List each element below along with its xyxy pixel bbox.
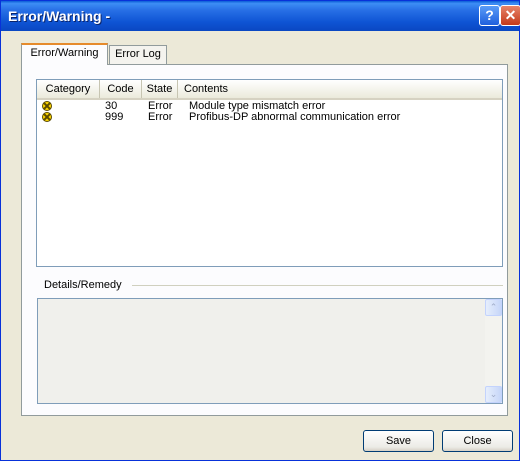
details-remedy-label: Details/Remedy — [44, 279, 128, 291]
close-icon: ✕ — [504, 7, 517, 23]
chevron-up-icon: ⌃ — [489, 302, 498, 312]
group-divider — [132, 285, 503, 286]
error-warning-window: Error/Warning - ? ✕ Error/Warning Error … — [0, 0, 520, 461]
details-remedy-text-area[interactable]: ⌃ ⌄ — [37, 298, 503, 404]
contents-cell: Profibus-DP abnormal communication error — [189, 111, 401, 123]
column-header-code[interactable]: Code — [100, 80, 142, 98]
close-button[interactable]: Close — [442, 430, 513, 452]
help-icon: ? — [485, 7, 494, 23]
column-header-contents[interactable]: Contents — [178, 80, 502, 98]
dialog-client-area: Error/Warning Error Log Category Code St… — [5, 31, 515, 458]
tab-error-log[interactable]: Error Log — [109, 45, 167, 64]
error-circle-icon — [42, 101, 52, 111]
code-cell: 999 — [105, 111, 124, 123]
window-title: Error/Warning - — [8, 8, 111, 24]
tab-panel: Category Code State Contents 30 Error Mo… — [21, 64, 508, 416]
tab-error-warning[interactable]: Error/Warning — [21, 43, 108, 65]
column-header-category[interactable]: Category — [37, 80, 100, 98]
title-bar[interactable]: Error/Warning - ? ✕ — [1, 1, 520, 31]
scroll-up-button[interactable]: ⌃ — [485, 299, 502, 316]
state-cell: Error — [148, 111, 173, 123]
save-button[interactable]: Save — [363, 430, 434, 452]
category-cell — [42, 112, 52, 122]
help-button[interactable]: ? — [479, 5, 500, 26]
error-circle-icon — [42, 112, 52, 122]
error-list[interactable]: Category Code State Contents 30 Error Mo… — [36, 79, 503, 267]
column-header-state[interactable]: State — [142, 80, 178, 98]
category-cell — [42, 101, 52, 111]
list-item[interactable]: 999 Error Profibus-DP abnormal communica… — [37, 112, 502, 123]
details-scrollbar[interactable]: ⌃ ⌄ — [485, 299, 502, 403]
list-header: Category Code State Contents — [37, 80, 502, 100]
window-close-button[interactable]: ✕ — [500, 5, 520, 26]
scroll-down-button[interactable]: ⌄ — [485, 386, 502, 403]
chevron-down-icon: ⌄ — [489, 389, 498, 399]
